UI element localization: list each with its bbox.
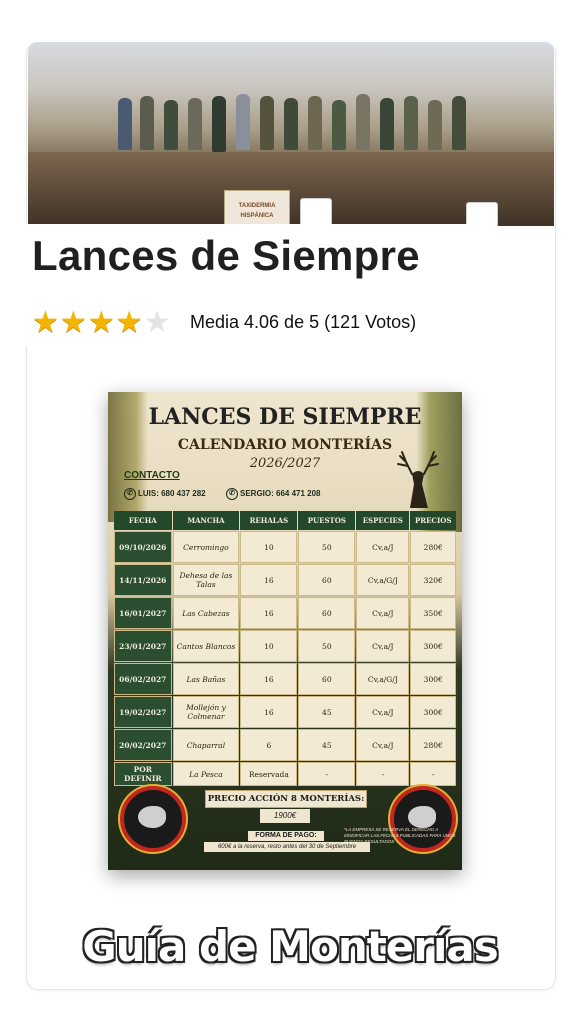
phone-icon: ✆ (124, 488, 136, 500)
precio-cell: 280€ (410, 531, 456, 563)
star-empty-icon[interactable]: ★ (144, 308, 171, 338)
especies-cell: - (356, 762, 410, 786)
puestos-cell: 50 (298, 531, 356, 563)
especies-cell: Cv,a/J (356, 630, 410, 662)
column-header: REHALAS (240, 511, 298, 530)
phone-sergio: ✆ SERGIO: 664 471 208 (226, 488, 321, 500)
especies-cell: Cv,a/J (356, 729, 410, 761)
table-row: 23/01/2027 Cantos Blancos 10 50 Cv,a/J 3… (114, 630, 456, 662)
boar-icon (408, 806, 436, 828)
puestos-cell: 60 (298, 597, 356, 629)
precio-cell: 320€ (410, 564, 456, 596)
especies-cell: Cv,a/J (356, 597, 410, 629)
table-row: 09/10/2026 Cerromingo 10 50 Cv,a/J 280€ (114, 531, 456, 563)
precio-cell: 300€ (410, 630, 456, 662)
contact-label: CONTACTO (124, 470, 180, 481)
package-price-value: 1900€ (260, 809, 310, 823)
puestos-cell: 45 (298, 696, 356, 728)
stag-icon (397, 451, 439, 508)
table-row: 14/11/2026 Dehesa de las Talas 16 60 Cv,… (114, 564, 456, 596)
brand-badge (300, 198, 332, 226)
table-header-row: FECHA MANCHA REHALAS PUESTOS ESPECIES PR… (114, 511, 456, 530)
article-title[interactable]: Lances de Siempre (32, 232, 420, 280)
boar-icon (138, 806, 166, 828)
rehalas-cell: 10 (240, 630, 298, 662)
payment-label: FORMA DE PAGO: (248, 831, 324, 841)
column-header: MANCHA (172, 511, 240, 530)
column-header: FECHA (114, 511, 172, 530)
phone-sergio-text: SERGIO: 664 471 208 (240, 489, 321, 499)
mancha-cell: La Pesca (172, 762, 240, 786)
date-cell: 09/10/2026 (114, 531, 172, 563)
rehalas-cell: Reservada (240, 762, 298, 786)
package-price-label: PRECIO ACCIÓN 8 MONTERÍAS: (205, 790, 367, 808)
rehalas-cell: 16 (240, 663, 298, 695)
star-icon[interactable]: ★ (32, 308, 59, 338)
hunting-club-emblem (120, 786, 186, 852)
star-rating[interactable]: ★ ★ ★ ★ ★ (32, 308, 171, 338)
mancha-cell: Cantos Blancos (172, 630, 240, 662)
mancha-cell: Cerromingo (172, 531, 240, 563)
especies-cell: Cv,a/G/J (356, 663, 410, 695)
date-cell: 06/02/2027 (114, 663, 172, 695)
rehalas-cell: 16 (240, 597, 298, 629)
hunters-group (108, 90, 488, 170)
precio-cell: 280€ (410, 729, 456, 761)
guia-monterias-logo[interactable]: Guía de Monterías (0, 922, 580, 971)
precio-cell: 300€ (410, 663, 456, 695)
brand-badge (466, 202, 498, 226)
mancha-cell: Chaparral (172, 729, 240, 761)
precio-cell: 300€ (410, 696, 456, 728)
puestos-cell: 60 (298, 663, 356, 695)
date-cell: POR DEFINIR (114, 762, 172, 786)
poster-title: LANCES DE SIEMPRE (148, 404, 422, 430)
hero-photo[interactable]: TAXIDERMIA HISPÁNICA (28, 42, 554, 226)
mancha-cell: Mollejón y Colmenar (172, 696, 240, 728)
puestos-cell: 45 (298, 729, 356, 761)
rating-summary: Media 4.06 de 5 (121 Votos) (190, 312, 417, 332)
taxidermy-sign-text: TAXIDERMIA HISPÁNICA (238, 203, 276, 219)
mancha-cell: Dehesa de las Talas (172, 564, 240, 596)
star-icon[interactable]: ★ (116, 308, 143, 338)
date-cell: 19/02/2027 (114, 696, 172, 728)
especies-cell: Cv,a/J (356, 531, 410, 563)
especies-cell: Cv,a/G/J (356, 564, 410, 596)
mancha-cell: Las Bañas (172, 663, 240, 695)
star-icon[interactable]: ★ (60, 308, 87, 338)
phone-icon: ✆ (226, 488, 238, 500)
precio-cell: - (410, 762, 456, 786)
table-row: 20/02/2027 Chaparral 6 45 Cv,a/J 280€ (114, 729, 456, 761)
table-row: POR DEFINIR La Pesca Reservada - - - (114, 762, 456, 786)
disclaimer: *LA EMPRESA SE RESERVA EL DERECHO A MODI… (344, 827, 456, 844)
column-header: PUESTOS (298, 511, 356, 530)
taxidermy-sign: TAXIDERMIA HISPÁNICA (224, 190, 290, 226)
date-cell: 14/11/2026 (114, 564, 172, 596)
phone-luis-text: LUIS: 680 437 282 (138, 489, 206, 499)
date-cell: 16/01/2027 (114, 597, 172, 629)
column-header: PRECIOS (410, 511, 456, 530)
date-cell: 20/02/2027 (114, 729, 172, 761)
especies-cell: Cv,a/J (356, 696, 410, 728)
rehalas-cell: 16 (240, 564, 298, 596)
table-row: 19/02/2027 Mollejón y Colmenar 16 45 Cv,… (114, 696, 456, 728)
rehalas-cell: 6 (240, 729, 298, 761)
calendar-poster[interactable]: LANCES DE SIEMPRE CALENDARIO MONTERÍAS 2… (108, 392, 462, 870)
rehalas-cell: 16 (240, 696, 298, 728)
mancha-cell: Las Cabezas (172, 597, 240, 629)
date-cell: 23/01/2027 (114, 630, 172, 662)
phone-luis: ✆ LUIS: 680 437 282 (124, 488, 206, 500)
star-icon[interactable]: ★ (88, 308, 115, 338)
table-row: 16/01/2027 Las Cabezas 16 60 Cv,a/J 350€ (114, 597, 456, 629)
table-row: 06/02/2027 Las Bañas 16 60 Cv,a/G/J 300€ (114, 663, 456, 695)
rehalas-cell: 10 (240, 531, 298, 563)
calendar-table: FECHA MANCHA REHALAS PUESTOS ESPECIES PR… (113, 510, 457, 787)
precio-cell: 350€ (410, 597, 456, 629)
puestos-cell: 60 (298, 564, 356, 596)
column-header: ESPECIES (356, 511, 410, 530)
puestos-cell: 50 (298, 630, 356, 662)
puestos-cell: - (298, 762, 356, 786)
